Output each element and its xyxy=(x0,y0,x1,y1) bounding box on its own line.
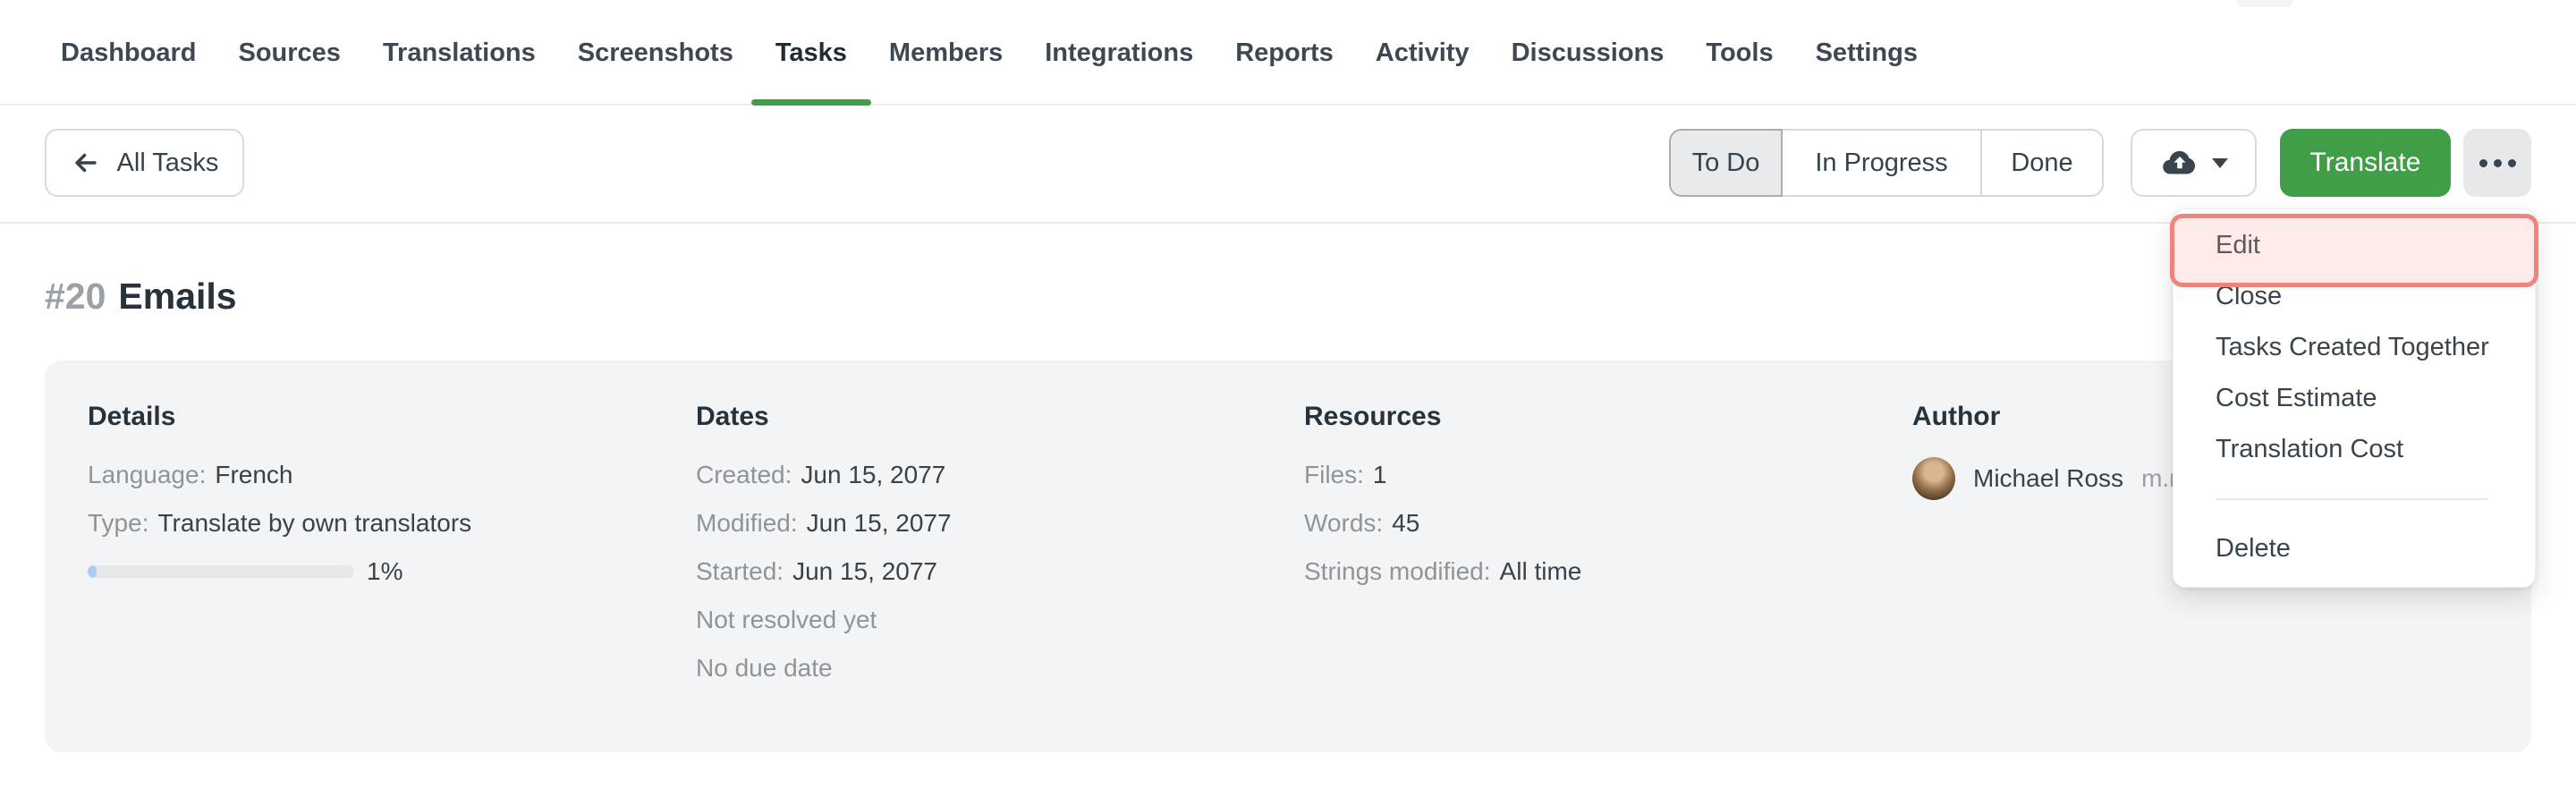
tab-to-do[interactable]: To Do xyxy=(1669,129,1783,197)
task-summary-card: Details Language: French Type: Translate b… xyxy=(45,361,2531,752)
type-label: Type: xyxy=(88,509,148,537)
upload-dropdown-button[interactable] xyxy=(2131,129,2257,197)
upload-cloud-icon xyxy=(2160,143,2199,182)
nav-item-tasks[interactable]: Tasks xyxy=(775,0,847,106)
menu-item-tasks-created-together[interactable]: Tasks Created Together xyxy=(2174,322,2535,373)
menu-item-translation-cost[interactable]: Translation Cost xyxy=(2174,424,2535,475)
nav-item-settings[interactable]: Settings xyxy=(1816,0,1918,106)
progress-row: 1% xyxy=(88,554,471,590)
all-tasks-back-button[interactable]: All Tasks xyxy=(45,129,244,197)
started-value: Jun 15, 2077 xyxy=(792,557,937,585)
menu-divider xyxy=(2216,498,2488,500)
progress-bar xyxy=(88,565,354,578)
progress-percent: 1% xyxy=(367,557,402,586)
more-actions-button[interactable] xyxy=(2463,129,2531,197)
nav-item-discussions[interactable]: Discussions xyxy=(1512,0,1665,106)
project-nav: Dashboard Sources Translations Screensho… xyxy=(0,0,2576,106)
menu-item-delete[interactable]: Delete xyxy=(2174,523,2535,574)
words-label: Words: xyxy=(1304,509,1383,537)
type-row: Type: Translate by own translators xyxy=(88,505,471,541)
words-value: 45 xyxy=(1392,509,1419,537)
cutoff-top-element xyxy=(2236,0,2293,7)
started-label: Started: xyxy=(696,557,784,585)
strings-modified-row: Strings modified: All time xyxy=(1304,554,1581,590)
nav-item-tools[interactable]: Tools xyxy=(1706,0,1773,106)
all-tasks-label: All Tasks xyxy=(117,148,219,178)
dates-heading: Dates xyxy=(696,400,952,434)
translate-label: Translate xyxy=(2310,148,2421,178)
started-row: Started: Jun 15, 2077 xyxy=(696,554,952,590)
menu-item-edit-label: Edit xyxy=(2216,231,2260,259)
task-toolbar: All Tasks To Do In Progress Done Transla… xyxy=(0,106,2576,224)
chevron-down-icon xyxy=(2212,158,2228,168)
nav-item-integrations[interactable]: Integrations xyxy=(1045,0,1193,106)
words-row: Words: 45 xyxy=(1304,505,1581,541)
nav-item-dashboard[interactable]: Dashboard xyxy=(61,0,196,106)
type-value: Translate by own translators xyxy=(157,509,471,537)
nav-item-screenshots[interactable]: Screenshots xyxy=(578,0,733,106)
author-row: Michael Ross m.ro xyxy=(1912,457,2191,500)
strings-modified-value: All time xyxy=(1500,557,1582,585)
menu-item-cost-estimate[interactable]: Cost Estimate xyxy=(2174,373,2535,424)
dates-section: Dates Created:Jun 15, 2077 Modified:Jun … xyxy=(696,400,952,699)
modified-label: Modified: xyxy=(696,509,798,537)
author-avatar xyxy=(1912,457,1955,500)
menu-item-close[interactable]: Close xyxy=(2174,271,2535,322)
author-heading: Author xyxy=(1912,400,2191,434)
author-section: Author Michael Ross m.ro xyxy=(1912,400,2191,500)
nav-item-activity[interactable]: Activity xyxy=(1376,0,1470,106)
progress-bar-fill xyxy=(88,565,97,578)
more-actions-menu: Edit Close Tasks Created Together Cost E… xyxy=(2173,208,2536,588)
toolbar-actions: To Do In Progress Done Translate xyxy=(1669,129,2531,197)
tab-done[interactable]: Done xyxy=(1980,129,2104,197)
language-label: Language: xyxy=(88,461,206,488)
ellipsis-icon xyxy=(2479,159,2487,167)
task-number: #20 xyxy=(45,276,106,317)
details-heading: Details xyxy=(88,400,471,434)
strings-modified-label: Strings modified: xyxy=(1304,557,1491,585)
no-due-date-note: No due date xyxy=(696,650,952,686)
translate-button[interactable]: Translate xyxy=(2280,129,2451,197)
resources-heading: Resources xyxy=(1304,400,1581,434)
status-segmented-control: To Do In Progress Done xyxy=(1669,129,2104,197)
files-value: 1 xyxy=(1373,461,1387,488)
language-value: French xyxy=(215,461,292,488)
author-name: Michael Ross xyxy=(1973,464,2123,493)
language-row: Language: French xyxy=(88,457,471,493)
files-row: Files: 1 xyxy=(1304,457,1581,493)
not-resolved-note: Not resolved yet xyxy=(696,602,952,638)
resources-section: Resources Files: 1 Words: 45 Strings modif… xyxy=(1304,400,1581,602)
details-section: Details Language: French Type: Translate b… xyxy=(88,400,471,602)
left-arrow-icon xyxy=(71,148,101,178)
modified-value: Jun 15, 2077 xyxy=(807,509,952,537)
modified-row: Modified: Jun 15, 2077 xyxy=(696,505,952,541)
created-value: Jun 15, 2077 xyxy=(801,461,945,488)
tab-in-progress[interactable]: In Progress xyxy=(1781,129,1982,197)
nav-item-reports[interactable]: Reports xyxy=(1235,0,1334,106)
files-label: Files: xyxy=(1304,461,1364,488)
nav-item-translations[interactable]: Translations xyxy=(383,0,536,106)
created-label: Created: xyxy=(696,461,792,488)
menu-item-edit[interactable]: Edit xyxy=(2174,220,2535,271)
created-row: Created: Jun 15, 2077 xyxy=(696,457,952,493)
nav-item-sources[interactable]: Sources xyxy=(238,0,340,106)
nav-item-members[interactable]: Members xyxy=(889,0,1003,106)
task-name: Emails xyxy=(118,276,236,317)
